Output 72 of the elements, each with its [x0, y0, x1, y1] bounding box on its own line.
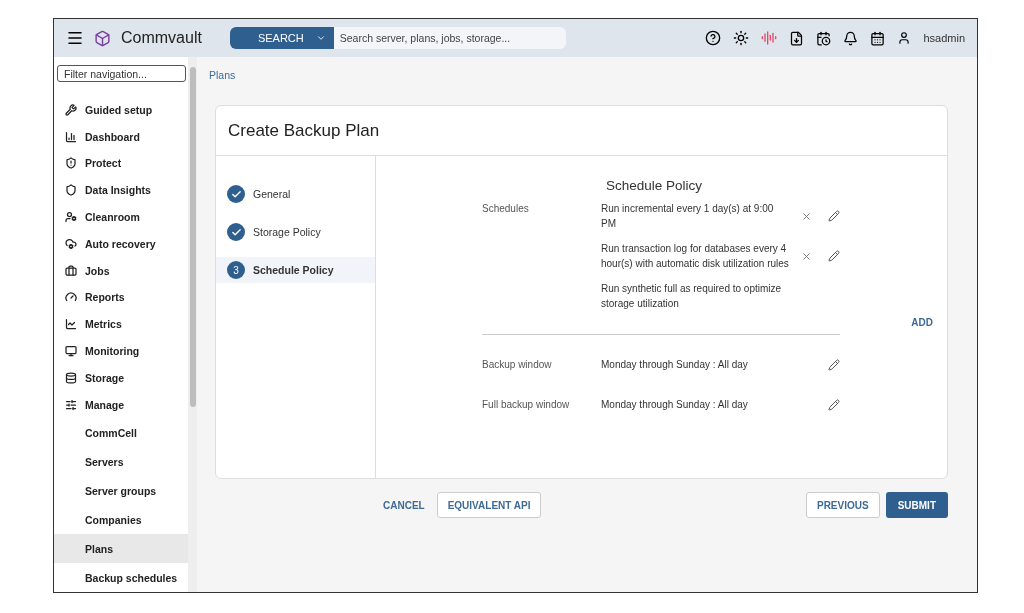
nav-item[interactable]: Guided setup	[54, 96, 188, 124]
field-label: Full backup window	[482, 398, 571, 410]
wizard-title: Create Backup Plan	[216, 106, 947, 156]
user-name[interactable]: hsadmin	[923, 32, 965, 44]
step-number: 3	[227, 261, 245, 279]
chart-icon	[65, 130, 77, 143]
previous-button[interactable]: PREVIOUS	[805, 492, 880, 518]
user-icon[interactable]	[897, 31, 912, 45]
calendar-icon[interactable]	[870, 30, 886, 46]
schedule-text: Run synthetic full as required to optimize storage utilization	[601, 282, 783, 311]
add-link[interactable]: ADD	[911, 317, 933, 328]
field-label: Schedules	[482, 202, 530, 214]
pencil-icon[interactable]	[828, 358, 840, 371]
calendar-clock-icon[interactable]	[816, 30, 832, 46]
equivalent-api-button[interactable]: EQUIVALENT API	[436, 492, 542, 518]
waveform-icon[interactable]	[761, 30, 778, 46]
nav-item[interactable]: Cleanroom	[54, 203, 188, 231]
brand-name: Commvault	[121, 29, 202, 47]
shield-icon	[65, 184, 77, 197]
gauge-icon	[65, 291, 77, 304]
field-label: Backup window	[482, 358, 553, 370]
nav-item[interactable]: Metrics	[54, 310, 188, 338]
nav-item[interactable]: Server groups	[54, 476, 188, 505]
sliders-icon	[65, 398, 77, 411]
search-button[interactable]: SEARCH	[229, 27, 334, 49]
wizard-step[interactable]: General	[216, 181, 375, 207]
tools-icon	[65, 103, 77, 116]
logo-icon	[94, 29, 111, 47]
menu-icon[interactable]	[66, 29, 84, 47]
wizard-step[interactable]: 3 Schedule Policy	[216, 257, 375, 283]
bell-icon[interactable]	[843, 30, 859, 46]
cancel-button[interactable]: CANCEL	[377, 493, 431, 517]
nav-item[interactable]: Jobs	[54, 257, 188, 284]
nav-item[interactable]: Backup schedules	[54, 563, 188, 592]
sun-icon[interactable]	[733, 30, 750, 46]
nav-item[interactable]: Monitoring	[54, 337, 188, 365]
nav-item[interactable]: Protect	[54, 150, 188, 177]
pencil-icon[interactable]	[828, 398, 840, 411]
help-icon[interactable]	[705, 30, 722, 46]
caret-icon	[315, 33, 326, 43]
nav-item[interactable]: Dashboard	[54, 123, 188, 151]
pencil-icon[interactable]	[828, 250, 840, 262]
schedule-text: Run incremental every 1 day(s) at 9:00 PM	[601, 202, 775, 231]
nav-item[interactable]: Plans	[54, 534, 188, 563]
breadcrumb-link[interactable]: Plans	[209, 69, 236, 81]
nav-item[interactable]: Data Insights	[54, 176, 188, 204]
nav-item[interactable]: Servers	[54, 447, 188, 476]
briefcase-icon	[65, 264, 77, 277]
window-value: Monday through Sunday : All day	[601, 358, 749, 372]
user-icon	[65, 211, 77, 223]
nav-item[interactable]: CommCell	[54, 418, 188, 447]
search-field[interactable]: SEARCH Search server, plans, jobs, storage...	[229, 27, 566, 49]
section-title: Schedule Policy	[606, 178, 704, 193]
filter-field[interactable]: Filter navigation...	[57, 65, 186, 83]
database-icon	[65, 371, 77, 384]
nav-item[interactable]: Auto recovery	[54, 230, 188, 258]
monitor-icon	[65, 345, 77, 357]
nav-item[interactable]: Manage	[54, 391, 188, 418]
document-icon[interactable]	[789, 30, 805, 46]
nav-item[interactable]: Storage	[54, 364, 188, 392]
nav-item[interactable]: Reports	[54, 284, 188, 311]
nav-item[interactable]: Companies	[54, 505, 188, 534]
pencil-icon[interactable]	[828, 210, 840, 222]
submit-button[interactable]: SUBMIT	[885, 492, 948, 518]
line-chart-icon	[65, 318, 77, 331]
shield-icon	[65, 157, 77, 170]
wizard-step[interactable]: Storage Policy	[216, 219, 375, 245]
close-icon[interactable]	[801, 210, 812, 222]
window-value: Monday through Sunday : All day	[601, 398, 749, 412]
schedule-text: Run transaction log for databases every 4 hour(s) with automatic disk utilization rules	[601, 242, 789, 271]
close-icon[interactable]	[801, 250, 812, 262]
cloud-icon	[65, 237, 77, 250]
